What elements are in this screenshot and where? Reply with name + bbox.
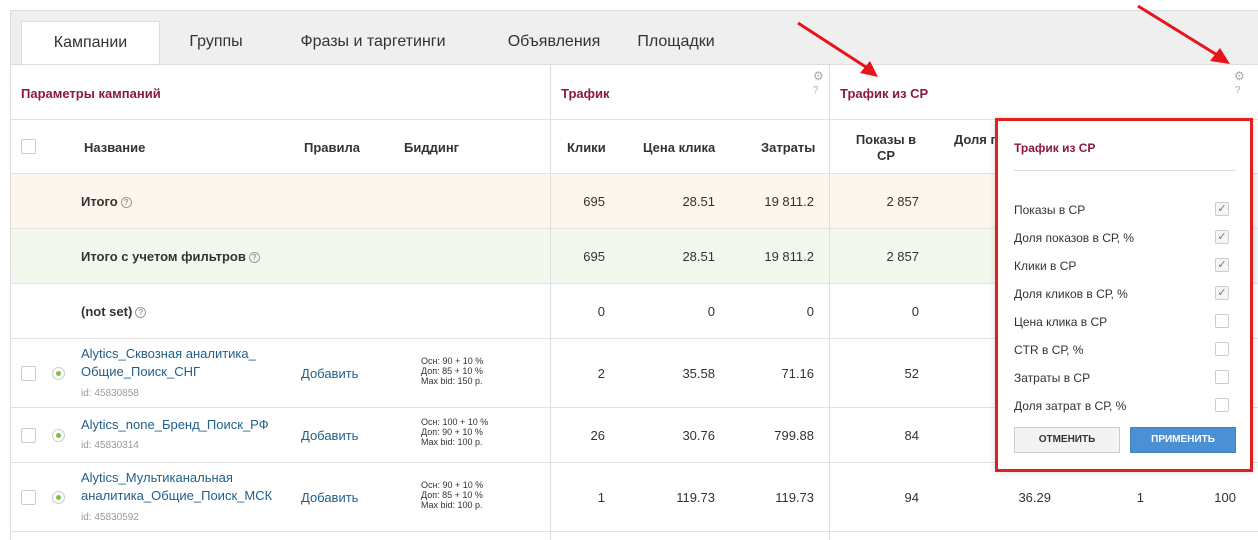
cell-click-price: 28.51 [682, 194, 715, 209]
tab-placements[interactable]: Площадки [621, 21, 731, 65]
row-checkbox[interactable] [21, 366, 36, 381]
cell-clicks: 1 [597, 490, 605, 505]
col-clicks[interactable]: Клики [567, 140, 606, 155]
cell-clicks: 695 [583, 249, 605, 264]
campaign-id: id: 45830314 [81, 440, 139, 451]
group-title-traffic: Трафик [561, 86, 610, 101]
campaign-name-link[interactable]: Alytics_Мультиканальная аналитика_Общие_П… [81, 469, 272, 505]
popup-divider [1014, 170, 1236, 171]
annotation-arrow [797, 21, 878, 77]
popup-item-ctr-cp[interactable]: CTR в СР, % [1014, 343, 1083, 357]
popup-item-share-shows-cp[interactable]: Доля показов в СР, % [1014, 231, 1134, 245]
cell-shows-cp: 84 [904, 428, 919, 443]
help-icon[interactable]: ? [813, 85, 819, 96]
add-rule-link[interactable]: Добавить [301, 428, 358, 443]
row-total-label: Итого? [81, 194, 132, 209]
popup-item-costs-cp[interactable]: Затраты в СР [1014, 371, 1090, 385]
bid-info: Осн: 100 + 10 % Доп: 90 + 10 % Max bid: 10… [421, 417, 489, 447]
apply-button[interactable]: ПРИМЕНИТЬ [1130, 427, 1236, 453]
help-icon[interactable]: ? [1235, 85, 1241, 96]
tab-groups[interactable]: Группы [166, 21, 266, 65]
col-click-price[interactable]: Цена клика [643, 140, 715, 155]
checkbox-empty-icon[interactable] [1215, 314, 1229, 328]
cell-click-price: 0 [707, 304, 715, 319]
checkbox-checked-icon[interactable]: ✓ [1215, 258, 1229, 272]
cell-costs: 71.16 [781, 366, 814, 381]
tab-phrases-targeting[interactable]: Фразы и таргетинги [273, 21, 473, 65]
campaign-id: id: 45830592 [81, 512, 139, 523]
cell-shows-cp: 52 [904, 366, 919, 381]
annotation-arrow [1137, 4, 1230, 64]
tabs-bar: Кампании Группы Фразы и таргетинги Объяв… [10, 10, 1258, 66]
help-icon[interactable]: ? [120, 197, 132, 209]
checkbox-empty-icon[interactable] [1215, 342, 1229, 356]
cancel-button[interactable]: ОТМЕНИТЬ [1014, 427, 1120, 453]
popup-item-share-costs-cp[interactable]: Доля затрат в СР, % [1014, 399, 1126, 413]
cell-click-price: 30.76 [682, 428, 715, 443]
cell-clicks: 26 [590, 428, 605, 443]
cell-click-price: 28.51 [682, 249, 715, 264]
cell-clicks: 0 [597, 304, 605, 319]
cell-click-price: 35.58 [682, 366, 715, 381]
select-all-checkbox[interactable] [21, 139, 36, 154]
add-rule-link[interactable]: Добавить [301, 366, 358, 381]
cell-shows-cp: 0 [911, 304, 919, 319]
checkbox-empty-icon[interactable] [1215, 370, 1229, 384]
campaign-name-link[interactable]: Alytics_Сквозная аналитика_ Общие_Поиск_С… [81, 345, 256, 381]
row-filtered-label: Итого с учетом фильтров? [81, 249, 260, 264]
col-name[interactable]: Название [84, 140, 145, 155]
campaign-id: id: 45830858 [81, 388, 139, 399]
cell-clicks: 2 [597, 366, 605, 381]
cell-costs: 119.73 [775, 490, 814, 505]
col-rules[interactable]: Правила [304, 140, 360, 155]
cell-costs: 19 811.2 [764, 194, 814, 209]
group-title-traffic-cp: Трафик из СР [840, 86, 929, 101]
row-checkbox[interactable] [21, 490, 36, 505]
checkbox-checked-icon[interactable]: ✓ [1215, 286, 1229, 300]
cell-shows-cp: 2 857 [886, 194, 919, 209]
status-active-icon [52, 367, 65, 380]
bid-info: Осн: 90 + 10 % Доп: 85 + 10 % Max bid: 100… [421, 480, 484, 510]
status-active-icon [52, 491, 65, 504]
col-costs[interactable]: Затраты [761, 140, 815, 155]
tab-ads[interactable]: Объявления [479, 21, 629, 65]
cell-costs: 0 [806, 304, 814, 319]
popup-item-shows-cp[interactable]: Показы в СР [1014, 203, 1085, 217]
cell-clicks: 695 [583, 194, 605, 209]
cell-shows-cp: 2 857 [886, 249, 919, 264]
cell-shows-cp: 94 [904, 490, 919, 505]
checkbox-checked-icon[interactable]: ✓ [1215, 230, 1229, 244]
row-not-set-label: (not set)? [81, 304, 147, 319]
checkbox-empty-icon[interactable] [1215, 398, 1229, 412]
cell-clicks-cp: 1 [1136, 490, 1144, 505]
column-settings-popup: Трафик из СР Показы в СР ✓ Доля показов … [995, 118, 1253, 472]
col-share-partial[interactable]: Доля п [954, 132, 998, 147]
campaign-name-link[interactable]: Alytics_none_Бренд_Поиск_РФ [81, 416, 269, 434]
cell-share-clicks-cp: 100 [1214, 490, 1236, 505]
bid-info: Осн: 90 + 10 % Доп: 85 + 10 % Max bid: 150… [421, 356, 484, 386]
col-bidding[interactable]: Биддинг [404, 140, 459, 155]
help-icon[interactable]: ? [248, 252, 260, 264]
status-active-icon [52, 429, 65, 442]
popup-item-share-clicks-cp[interactable]: Доля кликов в СР, % [1014, 287, 1128, 301]
popup-title: Трафик из СР [1014, 141, 1096, 155]
tab-campaigns[interactable]: Кампании [21, 21, 160, 66]
add-rule-link[interactable]: Добавить [301, 490, 358, 505]
cell-share-shows-cp: 36.29 [1018, 490, 1051, 505]
popup-item-click-price-cp[interactable]: Цена клика в СР [1014, 315, 1107, 329]
help-icon[interactable]: ? [135, 307, 147, 319]
cell-costs: 799.88 [774, 428, 814, 443]
checkbox-checked-icon[interactable]: ✓ [1215, 202, 1229, 216]
cell-click-price: 119.73 [676, 490, 715, 505]
popup-item-clicks-cp[interactable]: Клики в СР [1014, 259, 1076, 273]
row-checkbox[interactable] [21, 428, 36, 443]
col-shows-cp[interactable]: Показы в СР [851, 132, 921, 164]
group-title-params: Параметры кампаний [21, 86, 161, 101]
cell-costs: 19 811.2 [764, 249, 814, 264]
